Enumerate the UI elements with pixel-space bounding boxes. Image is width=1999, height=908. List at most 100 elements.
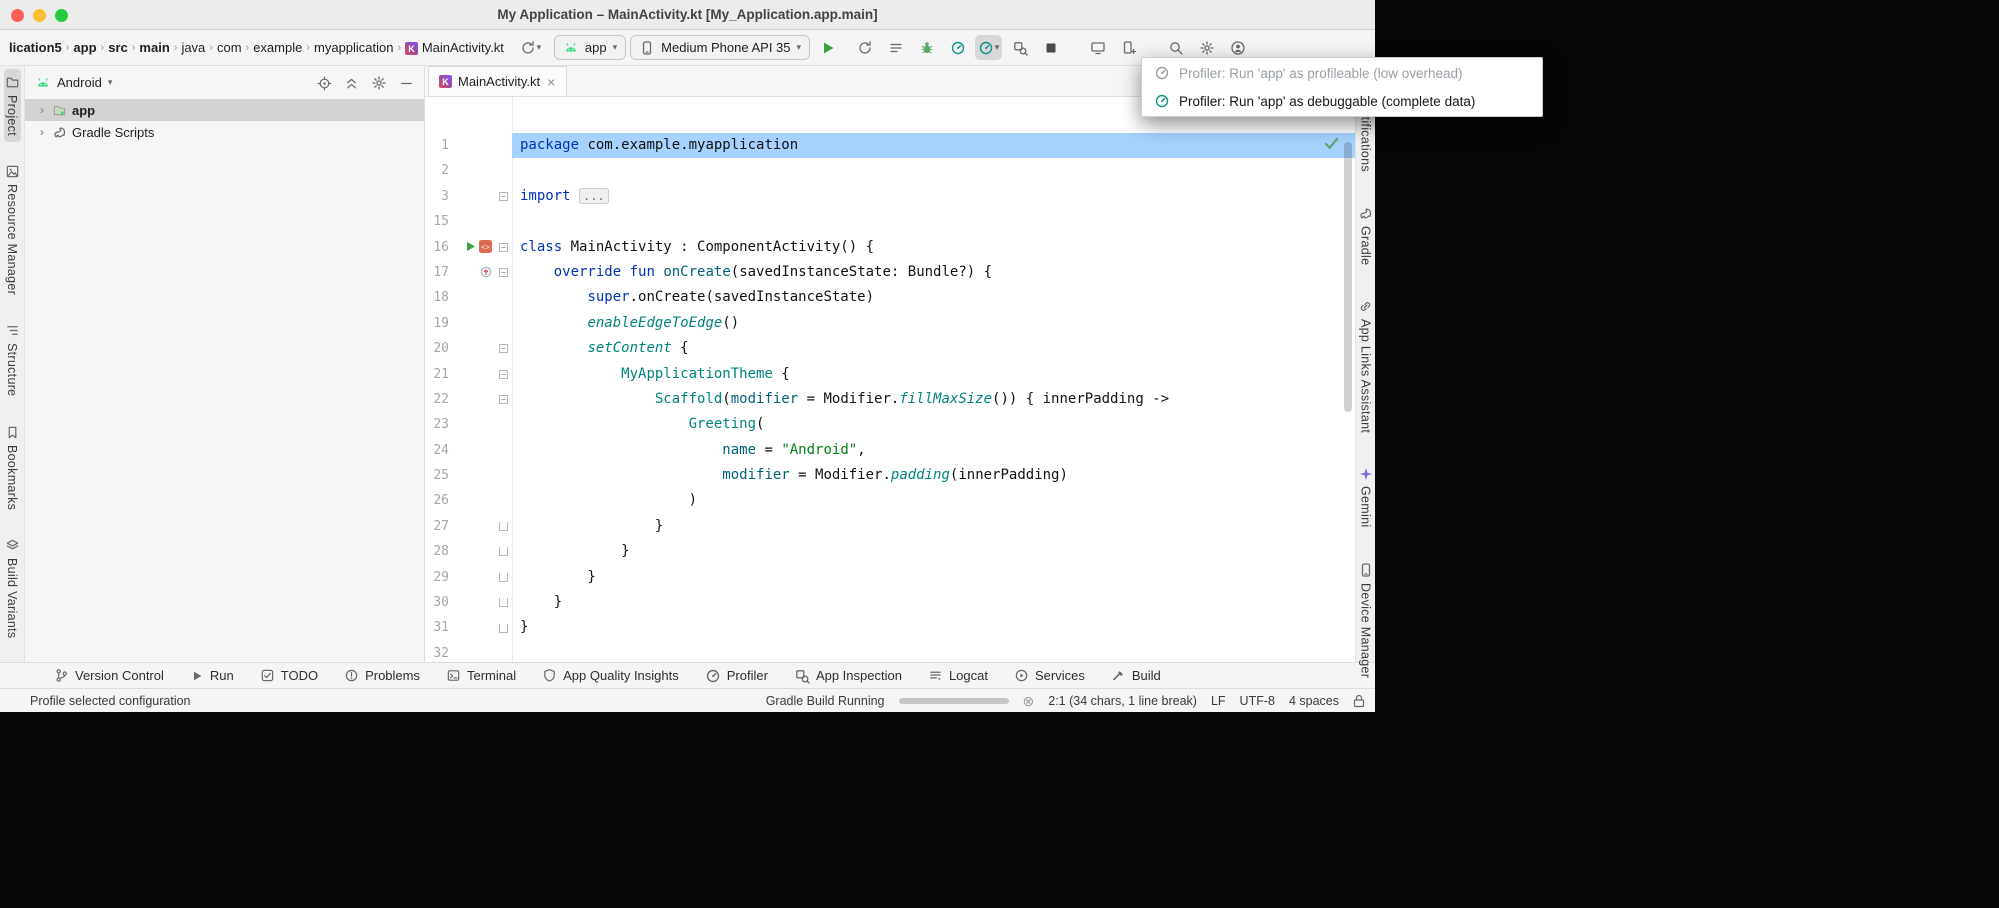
fold-end-icon[interactable]	[499, 624, 508, 633]
breadcrumb-item[interactable]: main	[136, 38, 172, 57]
close-tab-icon[interactable]: ×	[546, 75, 556, 89]
fold-collapse-icon[interactable]: −	[499, 268, 508, 277]
tool-window-button-app-inspection[interactable]: App Inspection	[794, 668, 902, 684]
tool-stripe-item-build-variants[interactable]: Build Variants	[4, 532, 21, 644]
close-window-button[interactable]	[11, 9, 24, 22]
minimize-window-button[interactable]	[33, 9, 46, 22]
tool-stripe-item-bookmarks[interactable]: Bookmarks	[4, 419, 21, 516]
tool-window-button-version-control[interactable]: Version Control	[54, 668, 164, 683]
tool-stripe-item-device-manager[interactable]: Device Manager	[1357, 556, 1375, 684]
code-text[interactable]: }	[512, 590, 1355, 615]
tool-window-button-build[interactable]: Build	[1111, 668, 1161, 683]
rerun-button[interactable]	[851, 35, 878, 60]
editor-scrollbar[interactable]	[1344, 142, 1352, 412]
code-text[interactable]: }	[512, 615, 1355, 640]
breadcrumb-item[interactable]: app	[70, 38, 99, 57]
code-text[interactable]: override fun onCreate(savedInstanceState…	[512, 260, 1355, 285]
fold-marker[interactable]	[495, 547, 512, 556]
tool-window-button-problems[interactable]: Problems	[344, 668, 420, 683]
breadcrumb-item[interactable]: lication5	[6, 38, 65, 57]
tool-stripe-item-gemini[interactable]: Gemini	[1358, 461, 1374, 533]
profiler-menu-item[interactable]: Profiler: Run 'app' as debuggable (compl…	[1142, 87, 1542, 115]
breadcrumb-item[interactable]: example	[250, 38, 305, 57]
code-text[interactable]: MyApplicationTheme {	[512, 362, 1355, 387]
tool-stripe-item-resource-manager[interactable]: Resource Manager	[4, 158, 21, 301]
encoding-widget[interactable]: UTF-8	[1240, 694, 1275, 708]
project-header-gear-button[interactable]	[371, 74, 387, 91]
chevron-right-icon[interactable]: ›	[37, 125, 47, 139]
debug-button[interactable]	[913, 35, 940, 60]
profiler-dropdown-button[interactable]: ▾	[975, 35, 1002, 60]
code-text[interactable]: )	[512, 488, 1355, 513]
code-text[interactable]: class MainActivity : ComponentActivity()…	[512, 235, 1355, 260]
cancel-task-icon[interactable]: ⊗	[1023, 694, 1035, 708]
fold-marker[interactable]: −	[495, 192, 512, 201]
code-text[interactable]: Scaffold(modifier = Modifier.fillMaxSize…	[512, 387, 1355, 412]
code-text[interactable]: name = "Android",	[512, 438, 1355, 463]
code-editor[interactable]: 1package com.example.myapplication23−imp…	[425, 97, 1355, 662]
fold-end-icon[interactable]	[499, 547, 508, 556]
code-text[interactable]: modifier = Modifier.padding(innerPadding…	[512, 463, 1355, 488]
fold-marker[interactable]: −	[495, 268, 512, 277]
fold-marker[interactable]: −	[495, 370, 512, 379]
project-view-selector[interactable]: Android	[57, 75, 102, 90]
breadcrumb-item[interactable]: K MainActivity.kt	[402, 38, 507, 57]
tool-window-button-run[interactable]: Run	[190, 668, 234, 683]
code-text[interactable]: package com.example.myapplication	[512, 133, 1355, 158]
run-line-gutter-icon[interactable]	[465, 235, 476, 260]
editor-tab[interactable]: K MainActivity.kt ×	[428, 66, 567, 96]
fold-collapse-icon[interactable]: −	[499, 243, 508, 252]
apply-code-changes-button[interactable]	[882, 35, 909, 60]
indent-widget[interactable]: 4 spaces	[1289, 694, 1339, 708]
tool-window-button-logcat[interactable]: Logcat	[928, 668, 988, 683]
fold-collapse-icon[interactable]: −	[499, 344, 508, 353]
stop-button[interactable]	[1037, 35, 1064, 60]
breadcrumb-item[interactable]: src	[105, 38, 131, 57]
code-text[interactable]: import ...	[512, 184, 1355, 209]
tool-window-button-todo[interactable]: TODO	[260, 668, 318, 683]
fold-end-icon[interactable]	[499, 522, 508, 531]
code-text[interactable]: }	[512, 539, 1355, 564]
compose-gutter-icon[interactable]: <>	[479, 235, 492, 260]
fold-marker[interactable]	[495, 522, 512, 531]
code-text[interactable]: setContent {	[512, 336, 1355, 361]
profiler-menu-item[interactable]: Profiler: Run 'app' as profileable (low …	[1142, 59, 1542, 87]
tool-stripe-item-app-links-assistant[interactable]: App Links Assistant	[1357, 293, 1374, 439]
breadcrumb-item[interactable]: myapplication	[311, 38, 397, 57]
fold-marker[interactable]	[495, 598, 512, 607]
line-ending-widget[interactable]: LF	[1211, 694, 1226, 708]
fold-marker[interactable]: −	[495, 243, 512, 252]
code-text[interactable]: }	[512, 514, 1355, 539]
tool-window-button-app-quality-insights[interactable]: App Quality Insights	[542, 668, 679, 683]
caret-position-widget[interactable]: 2:1 (34 chars, 1 line break)	[1048, 694, 1197, 708]
app-inspection-button[interactable]	[1006, 35, 1033, 60]
fold-marker[interactable]	[495, 624, 512, 633]
code-text[interactable]: super.onCreate(savedInstanceState)	[512, 285, 1355, 310]
device-select[interactable]: Medium Phone API 35 ▾	[630, 35, 810, 60]
fold-marker[interactable]: −	[495, 395, 512, 404]
project-header-target-button[interactable]	[317, 74, 332, 90]
pair-device-button[interactable]	[1115, 35, 1142, 60]
code-text[interactable]: enableEdgeToEdge()	[512, 311, 1355, 336]
fold-marker[interactable]: −	[495, 344, 512, 353]
tool-window-button-terminal[interactable]: Terminal	[446, 668, 516, 683]
run-configuration-select[interactable]: app ▾	[554, 35, 626, 60]
breadcrumb-item[interactable]: java	[178, 38, 208, 57]
run-button[interactable]	[814, 35, 841, 60]
zoom-window-button[interactable]	[55, 9, 68, 22]
chevron-right-icon[interactable]: ›	[37, 103, 47, 117]
fold-collapse-icon[interactable]: −	[499, 192, 508, 201]
tool-stripe-item-gradle[interactable]: Gradle	[1357, 200, 1374, 271]
fold-end-icon[interactable]	[499, 573, 508, 582]
sync-project-button[interactable]: ▾	[517, 35, 544, 60]
fold-collapse-icon[interactable]: −	[499, 370, 508, 379]
tool-stripe-item-structure[interactable]: Structure	[4, 317, 21, 402]
profiler-button[interactable]	[944, 35, 971, 60]
tool-stripe-item-project[interactable]: Project	[4, 69, 21, 142]
project-header-minus-button[interactable]	[399, 74, 414, 90]
fold-marker[interactable]	[495, 573, 512, 582]
code-text[interactable]: Greeting(	[512, 412, 1355, 437]
device-mirror-button[interactable]	[1084, 35, 1111, 60]
fold-collapse-icon[interactable]: −	[499, 395, 508, 404]
breadcrumb-item[interactable]: com	[214, 38, 245, 57]
